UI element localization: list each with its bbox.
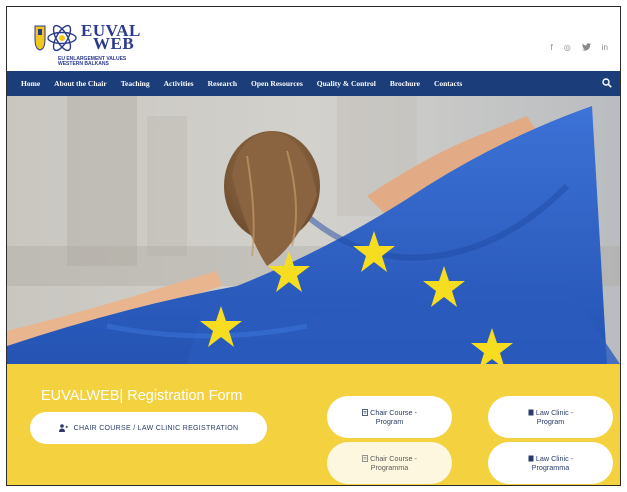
nav-item-about-the-chair[interactable]: About the Chair xyxy=(54,79,107,88)
linkedin-icon[interactable]: in xyxy=(602,43,608,54)
hero-image xyxy=(7,96,620,364)
chair-course-programma-line2: Programma xyxy=(370,463,409,472)
facebook-icon[interactable]: f xyxy=(551,43,553,54)
chair-course-programma-button[interactable]: Chair Course - Programma xyxy=(327,442,452,484)
law-clinic-programma-line2: Programma xyxy=(531,463,570,472)
user-plus-icon xyxy=(58,424,68,432)
chair-course-program-button[interactable]: Chair Course - Program xyxy=(327,396,452,438)
chair-course-program-line2: Program xyxy=(375,417,404,426)
chair-course-programma-line1: Chair Course - xyxy=(370,454,417,463)
atom-icon xyxy=(47,24,77,52)
search-icon[interactable] xyxy=(602,78,612,88)
nav-item-brochure[interactable]: Brochure xyxy=(390,79,420,88)
social-links: f ◎ in xyxy=(551,43,608,54)
nav-item-home[interactable]: Home xyxy=(21,79,40,88)
nav-item-quality-control[interactable]: Quality & Control xyxy=(317,79,376,88)
hero-photo xyxy=(7,96,620,364)
nav-item-research[interactable]: Research xyxy=(208,79,237,88)
nav-item-contacts[interactable]: Contacts xyxy=(434,79,462,88)
document-icon xyxy=(528,409,534,416)
main-nav: Home About the Chair Teaching Activities… xyxy=(7,71,620,96)
law-clinic-program-line2: Program xyxy=(536,417,565,426)
nav-item-open-resources[interactable]: Open Resources xyxy=(251,79,303,88)
law-clinic-programma-line1: Law Clinic - xyxy=(535,454,574,463)
chair-course-law-clinic-registration-button[interactable]: CHAIR COURSE / LAW CLINIC REGISTRATION xyxy=(30,412,267,444)
site-header: EUVAL WEB EU ENLARGEMENT VALUES WESTERN … xyxy=(7,7,620,71)
registration-button-label: CHAIR COURSE / LAW CLINIC REGISTRATION xyxy=(73,424,239,432)
registration-band: EUVALWEB| Registration Form CHAIR COURSE… xyxy=(7,364,620,485)
registration-form-title: EUVALWEB| Registration Form xyxy=(41,388,243,404)
instagram-icon[interactable]: ◎ xyxy=(564,43,571,54)
nav-item-teaching[interactable]: Teaching xyxy=(121,79,150,88)
law-clinic-program-line1: Law Clinic - xyxy=(535,408,574,417)
document-icon xyxy=(362,409,369,416)
page-frame: EUVAL WEB EU ENLARGEMENT VALUES WESTERN … xyxy=(6,6,621,486)
law-clinic-programma-button[interactable]: Law Clinic - Programma xyxy=(488,442,613,484)
document-icon xyxy=(362,455,369,462)
document-icon xyxy=(528,455,534,462)
logo-word-line2: WEB xyxy=(93,34,135,53)
twitter-icon[interactable] xyxy=(581,43,591,54)
site-logo[interactable]: EUVAL WEB EU ENLARGEMENT VALUES WESTERN … xyxy=(33,21,173,67)
chair-course-program-line1: Chair Course - xyxy=(370,408,417,417)
nav-item-activities[interactable]: Activities xyxy=(164,79,194,88)
law-clinic-program-button[interactable]: Law Clinic - Program xyxy=(488,396,613,438)
logo-tagline-line2: WESTERN BALKANS xyxy=(58,61,109,67)
